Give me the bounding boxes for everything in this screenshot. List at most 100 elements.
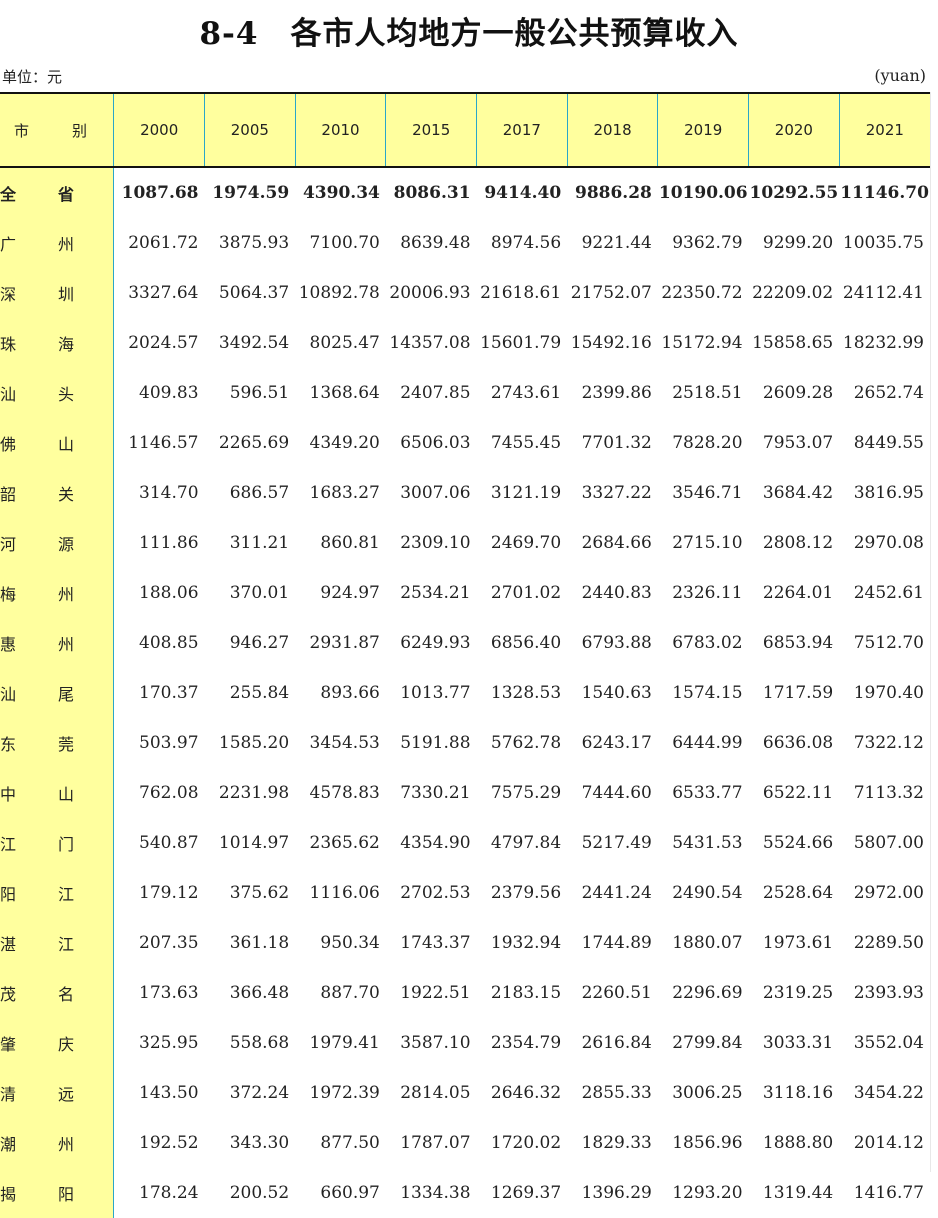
value-cell: 2440.83 — [581, 583, 652, 603]
value-cell: 2970.08 — [853, 533, 924, 553]
value-cell: 2701.02 — [490, 583, 562, 603]
value-cell: 887.70 — [320, 983, 380, 1003]
data-table: 市别 2000 2005 2010 2015 2017 2018 2019 20… — [0, 92, 930, 1218]
value-cell: 2260.51 — [581, 983, 652, 1003]
table-row: 阳江 179.12 375.62 1116.06 2702.53 2379.56 2441.… — [0, 868, 930, 918]
value-cell: 325.95 — [139, 1033, 199, 1053]
value-cell: 503.97 — [139, 733, 199, 753]
value-cell: 1856.96 — [672, 1133, 743, 1153]
year-header: 2017 — [476, 92, 568, 168]
value-cell: 3007.06 — [400, 483, 471, 503]
value-cell: 1540.63 — [581, 683, 652, 703]
value-cell: 2715.10 — [672, 533, 743, 553]
value-cell: 2972.00 — [853, 883, 924, 903]
value-cell: 5807.00 — [853, 833, 924, 853]
value-cell: 14357.08 — [389, 333, 471, 353]
value-cell: 2799.84 — [672, 1033, 743, 1053]
city-name-cell: 茂名 — [0, 968, 115, 1018]
value-cell: 3454.22 — [853, 1083, 924, 1103]
value-cell: 1087.68 — [121, 183, 199, 203]
table-row: 河源 111.86 311.21 860.81 2309.10 2469.70 2684.6… — [0, 518, 930, 568]
value-cell: 7512.70 — [853, 633, 924, 653]
value-cell: 2743.61 — [490, 383, 562, 403]
value-cell: 946.27 — [229, 633, 290, 653]
value-cell: 7953.07 — [762, 433, 834, 453]
value-cell: 7575.29 — [490, 783, 562, 803]
value-cell: 3454.53 — [309, 733, 380, 753]
value-cell: 361.18 — [229, 933, 290, 953]
value-cell: 7828.20 — [672, 433, 743, 453]
table-row-total: 全省 1087.68 1974.59 4390.34 8086.31 9414.40 988… — [0, 167, 930, 218]
city-name-cell: 珠海 — [0, 318, 115, 368]
value-cell: 4349.20 — [309, 433, 380, 453]
value-cell: 1932.94 — [490, 933, 562, 953]
city-name-cell: 肇庆 — [0, 1018, 115, 1068]
value-cell: 15858.65 — [752, 333, 834, 353]
value-cell: 6522.11 — [762, 783, 834, 803]
unit-label: 单位：元 — [2, 68, 63, 86]
value-cell: 540.87 — [139, 833, 199, 853]
value-cell: 20006.93 — [389, 283, 471, 303]
value-cell: 6856.40 — [490, 633, 562, 653]
value-cell: 893.66 — [320, 683, 380, 703]
value-cell: 409.83 — [139, 383, 199, 403]
value-cell: 1683.27 — [309, 483, 380, 503]
value-cell: 924.97 — [320, 583, 380, 603]
value-cell: 2814.05 — [400, 1083, 471, 1103]
value-cell: 111.86 — [139, 533, 199, 553]
value-cell: 6243.17 — [581, 733, 652, 753]
value-cell: 3684.42 — [762, 483, 834, 503]
value-cell: 21618.61 — [480, 283, 562, 303]
city-name-cell: 梅州 — [0, 568, 115, 618]
value-cell: 2309.10 — [400, 533, 471, 553]
value-cell: 170.37 — [139, 683, 199, 703]
value-cell: 3546.71 — [672, 483, 743, 503]
value-cell: 3118.16 — [762, 1083, 834, 1103]
value-cell: 8974.56 — [490, 233, 562, 253]
city-name-cell: 广州 — [0, 218, 115, 268]
value-cell: 2289.50 — [853, 933, 924, 953]
city-name-cell: 揭阳 — [0, 1168, 115, 1218]
value-cell: 188.06 — [139, 583, 199, 603]
table-row: 汕头 409.83 596.51 1368.64 2407.85 2743.61 2399.… — [0, 368, 930, 418]
value-cell: 4354.90 — [400, 833, 471, 853]
value-cell: 10292.55 — [749, 183, 839, 203]
value-cell: 372.24 — [229, 1083, 290, 1103]
value-cell: 2808.12 — [762, 533, 834, 553]
value-cell: 15172.94 — [661, 333, 743, 353]
value-cell: 3552.04 — [853, 1033, 924, 1053]
value-cell: 10190.06 — [658, 183, 748, 203]
year-header: 2018 — [566, 92, 658, 168]
city-name-cell: 汕尾 — [0, 668, 115, 718]
value-cell: 2265.69 — [218, 433, 290, 453]
value-cell: 1974.59 — [212, 183, 290, 203]
value-cell: 762.08 — [139, 783, 199, 803]
value-cell: 2296.69 — [672, 983, 743, 1003]
value-cell: 2354.79 — [490, 1033, 562, 1053]
table-row: 清远 143.50 372.24 1972.39 2814.05 2646.32 2855.… — [0, 1068, 930, 1118]
value-cell: 179.12 — [139, 883, 199, 903]
value-cell: 7322.12 — [853, 733, 924, 753]
city-name-cell: 惠州 — [0, 618, 115, 668]
value-cell: 1013.77 — [400, 683, 471, 703]
value-cell: 10892.78 — [298, 283, 380, 303]
value-cell: 2326.11 — [672, 583, 743, 603]
value-cell: 2652.74 — [853, 383, 924, 403]
value-cell: 4797.84 — [490, 833, 562, 853]
value-cell: 5217.49 — [581, 833, 652, 853]
value-cell: 1368.64 — [309, 383, 380, 403]
value-cell: 950.34 — [320, 933, 380, 953]
value-cell: 3875.93 — [218, 233, 290, 253]
table-row: 广州 2061.72 3875.93 7100.70 8639.48 8974.56 922… — [0, 218, 930, 268]
value-cell: 5064.37 — [218, 283, 290, 303]
value-cell: 22350.72 — [661, 283, 743, 303]
city-column-header: 市别 — [0, 92, 114, 168]
value-cell: 2702.53 — [400, 883, 471, 903]
table-row: 佛山 1146.57 2265.69 4349.20 6506.03 7455.45 770… — [0, 418, 930, 468]
value-cell: 1574.15 — [672, 683, 743, 703]
value-cell: 173.63 — [139, 983, 199, 1003]
value-cell: 3327.64 — [128, 283, 199, 303]
value-cell: 2014.12 — [853, 1133, 924, 1153]
city-name-cell: 中山 — [0, 768, 115, 818]
value-cell: 9362.79 — [672, 233, 743, 253]
